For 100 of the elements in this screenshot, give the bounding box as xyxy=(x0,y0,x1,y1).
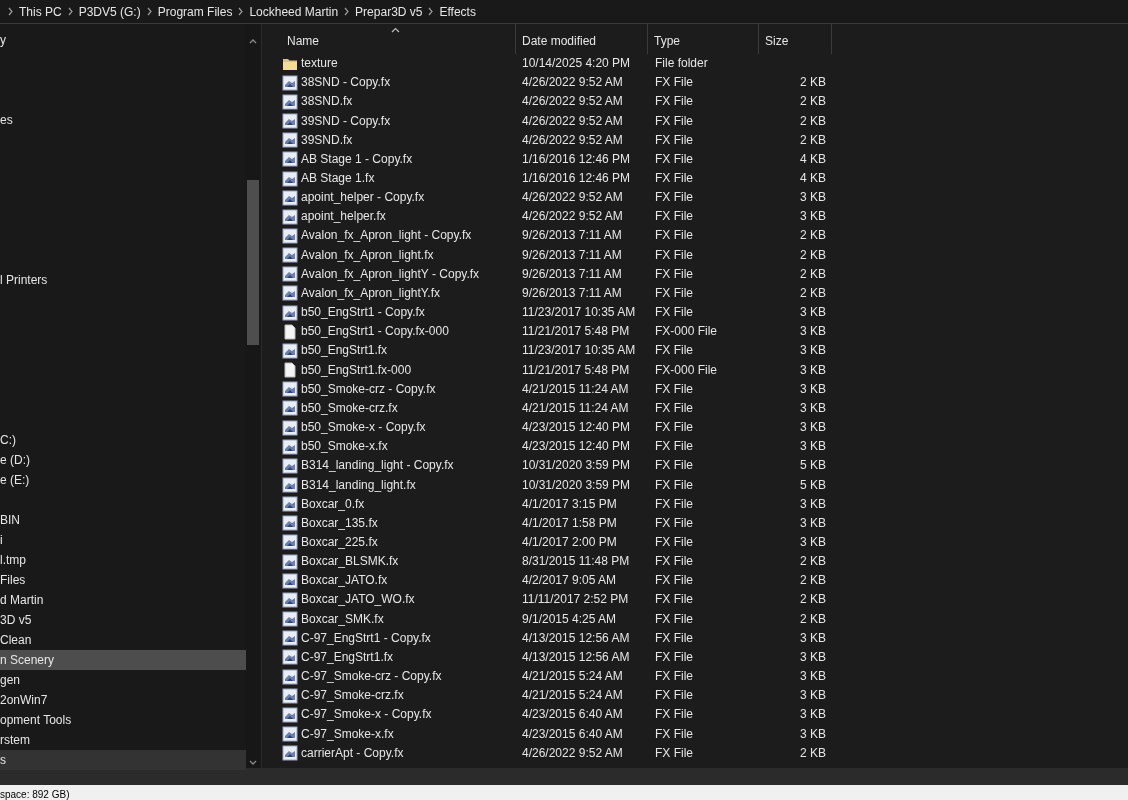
file-name[interactable]: B314_landing_light - Copy.fx xyxy=(301,456,454,476)
file-name[interactable]: Avalon_fx_Apron_light.fx xyxy=(301,245,434,265)
file-name[interactable]: C-97_EngStrt1.fx xyxy=(301,647,394,667)
breadcrumb-item[interactable]: Prepar3D v5 xyxy=(350,0,428,23)
image-file-icon xyxy=(282,113,298,130)
scroll-up-icon[interactable] xyxy=(249,38,257,44)
file-type: FX-000 File xyxy=(655,324,718,339)
file-name[interactable]: b50_Smoke-crz - Copy.fx xyxy=(301,379,436,399)
image-file-icon xyxy=(282,93,298,110)
file-name[interactable]: C-97_EngStrt1 - Copy.fx xyxy=(301,628,431,648)
file-name[interactable]: AB Stage 1.fx xyxy=(301,169,375,188)
file-name[interactable]: Boxcar_SMK.fx xyxy=(301,609,384,629)
sidebar-item[interactable]: C:) xyxy=(0,430,246,450)
file-name[interactable]: apoint_helper - Copy.fx xyxy=(301,188,425,208)
file-size: 4 KB xyxy=(800,151,826,166)
sidebar-item[interactable]: d Martin xyxy=(0,590,246,610)
file-size: 2 KB xyxy=(800,266,826,281)
file-size: 2 KB xyxy=(800,573,826,588)
file-type: FX File xyxy=(655,535,693,549)
scrollbar-thumb[interactable] xyxy=(247,180,259,345)
file-name[interactable]: C-97_Smoke-crz.fx xyxy=(301,686,404,706)
file-type: FX File xyxy=(655,515,693,530)
file-name[interactable]: apoint_helper.fx xyxy=(301,207,386,227)
column-header[interactable]: Date modified xyxy=(516,24,648,54)
file-name[interactable]: 38SND - Copy.fx xyxy=(301,73,391,93)
file-name[interactable]: Boxcar_JATO_WO.fx xyxy=(301,590,415,610)
file-name[interactable]: b50_EngStrt1 - Copy.fx-000 xyxy=(301,322,449,342)
sidebar-item[interactable]: l Printers xyxy=(0,270,246,290)
file-name[interactable]: b50_Smoke-x - Copy.fx xyxy=(301,418,426,438)
file-name[interactable]: b50_EngStrt1.fx-000 xyxy=(301,360,412,380)
file-name[interactable]: 39SND - Copy.fx xyxy=(301,111,391,131)
sidebar-item[interactable]: Clean xyxy=(0,630,246,650)
breadcrumb-item[interactable]: This PC xyxy=(14,0,67,23)
file-name[interactable]: Avalon_fx_Apron_light - Copy.fx xyxy=(301,226,472,246)
file-name[interactable]: b50_EngStrt1.fx xyxy=(301,341,388,361)
file-type: FX File xyxy=(655,611,693,626)
file-size: 5 KB xyxy=(800,458,826,473)
breadcrumb-item[interactable]: Program Files xyxy=(152,0,238,23)
file-type: FX File xyxy=(655,745,693,760)
date-modified: 4/23/2015 6:40 AM xyxy=(522,726,623,741)
breadcrumb-item[interactable]: Effects xyxy=(434,0,481,23)
file-name[interactable]: Boxcar_JATO.fx xyxy=(301,571,388,591)
sidebar-item[interactable]: e (D:) xyxy=(0,450,246,470)
breadcrumb-item[interactable]: Lockheed Martin xyxy=(244,0,344,23)
file-name[interactable]: Boxcar_BLSMK.fx xyxy=(301,552,399,572)
sidebar-item[interactable]: Files xyxy=(0,570,246,590)
sidebar-item[interactable]: 3D v5 xyxy=(0,610,246,630)
file-size: 3 KB xyxy=(800,324,826,339)
file-type: FX File xyxy=(655,266,693,281)
file-name[interactable]: C-97_Smoke-crz - Copy.fx xyxy=(301,667,442,687)
file-name[interactable]: C-97_Smoke-x.fx xyxy=(301,724,394,744)
file-size: 5 KB xyxy=(800,477,826,492)
file-name[interactable]: Avalon_fx_Apron_lightY.fx xyxy=(301,283,440,303)
image-file-icon xyxy=(282,151,298,168)
column-header[interactable]: Size xyxy=(759,24,832,54)
file-name[interactable]: Boxcar_0.fx xyxy=(301,494,365,514)
file-type: FX File xyxy=(655,190,693,205)
image-file-icon xyxy=(282,745,298,762)
sidebar-item[interactable]: s xyxy=(0,750,246,770)
file-name[interactable]: texture xyxy=(301,54,338,74)
file-name[interactable]: B314_landing_light.fx xyxy=(301,475,416,495)
file-name[interactable]: b50_EngStrt1 - Copy.fx xyxy=(301,303,425,323)
file-name[interactable]: b50_Smoke-crz.fx xyxy=(301,398,398,418)
file-size: 3 KB xyxy=(800,535,826,549)
file-name[interactable]: 39SND.fx xyxy=(301,130,353,150)
file-name[interactable]: Boxcar_135.fx xyxy=(301,513,378,533)
breadcrumb-item[interactable]: P3DV5 (G:) xyxy=(73,0,146,23)
column-header[interactable]: Name xyxy=(281,24,516,54)
file-icon xyxy=(282,323,298,340)
image-file-icon xyxy=(282,189,298,206)
file-size: 3 KB xyxy=(800,209,826,224)
file-type: FX File xyxy=(655,400,693,415)
sidebar-item[interactable]: rstem xyxy=(0,730,246,750)
file-type: FX File xyxy=(655,94,693,109)
sidebar-item[interactable]: e (E:) xyxy=(0,470,246,490)
file-name[interactable]: C-97_Smoke-x - Copy.fx xyxy=(301,705,432,725)
sidebar-item[interactable]: l.tmp xyxy=(0,550,246,570)
file-name[interactable]: Boxcar_225.fx xyxy=(301,533,378,552)
file-name[interactable]: 38SND.fx xyxy=(301,92,353,112)
image-file-icon xyxy=(282,515,298,532)
column-header[interactable]: Type xyxy=(648,24,759,54)
sidebar-item[interactable]: BIN xyxy=(0,510,246,530)
file-type: FX File xyxy=(655,649,693,664)
file-type: FX File xyxy=(655,439,693,454)
scroll-down-icon[interactable] xyxy=(249,760,257,766)
file-name[interactable]: b50_Smoke-x.fx xyxy=(301,437,388,457)
sidebar-item[interactable]: y xyxy=(0,30,246,50)
sidebar-item[interactable]: 2onWin7 xyxy=(0,690,246,710)
sidebar-item[interactable]: i xyxy=(0,530,246,550)
file-name[interactable]: carrierApt - Copy.fx xyxy=(301,743,404,763)
file-type: FX File xyxy=(655,381,693,396)
sidebar-item[interactable]: es xyxy=(0,110,246,130)
sidebar-item[interactable]: gen xyxy=(0,670,246,690)
file-type: FX File xyxy=(655,228,693,243)
image-file-icon xyxy=(282,457,298,474)
file-name[interactable]: Avalon_fx_Apron_lightY - Copy.fx xyxy=(301,264,480,284)
sidebar-item[interactable]: n Scenery xyxy=(0,650,246,670)
date-modified: 4/26/2022 9:52 AM xyxy=(522,132,623,147)
file-name[interactable]: AB Stage 1 - Copy.fx xyxy=(301,149,413,169)
sidebar-item[interactable]: opment Tools xyxy=(0,710,246,730)
